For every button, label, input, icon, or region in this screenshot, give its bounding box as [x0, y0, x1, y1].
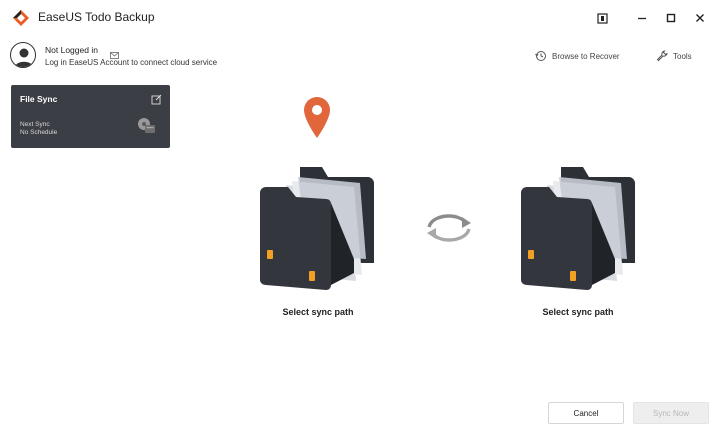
task-schedule-value: No Schedule: [20, 129, 58, 136]
folder-icon: [521, 167, 635, 290]
login-status: Not Logged in: [45, 45, 98, 55]
sync-now-button[interactable]: Sync Now: [633, 402, 709, 424]
recover-icon: [535, 51, 546, 61]
tools-label: Tools: [673, 51, 692, 61]
account-panel[interactable]: Not Logged in Log in EaseUS Account to c…: [10, 42, 310, 72]
task-title: File Sync: [20, 94, 58, 104]
sync-disk-icon: [136, 116, 156, 139]
pin-window-icon[interactable]: [592, 8, 612, 28]
file-sync-task-card[interactable]: File Sync Next Sync No Schedule: [11, 85, 170, 148]
task-next-sync-label: Next Sync: [20, 121, 50, 128]
cancel-button[interactable]: Cancel: [548, 402, 624, 424]
wrench-icon: [656, 50, 668, 62]
folder-icon: [260, 167, 374, 290]
app-title: EaseUS Todo Backup: [38, 10, 155, 24]
target-folder[interactable]: [517, 163, 642, 298]
edit-icon[interactable]: [151, 92, 162, 110]
minimize-icon[interactable]: [632, 8, 652, 28]
location-pin-icon: [301, 94, 333, 145]
title-bar: EaseUS Todo Backup: [0, 0, 720, 36]
avatar[interactable]: [10, 42, 36, 68]
tools-button[interactable]: Tools: [656, 49, 692, 63]
browse-to-recover-label: Browse to Recover: [552, 51, 620, 61]
target-sync-path-label[interactable]: Select sync path: [518, 307, 638, 317]
source-sync-path-label[interactable]: Select sync path: [258, 307, 378, 317]
browse-to-recover-button[interactable]: Browse to Recover: [535, 49, 620, 63]
source-folder[interactable]: [256, 163, 381, 298]
app-logo-icon: [12, 9, 30, 27]
close-icon[interactable]: [690, 8, 710, 28]
sync-arrows-icon: [423, 213, 475, 248]
maximize-icon[interactable]: [661, 8, 681, 28]
login-hint[interactable]: Log in EaseUS Account to connect cloud s…: [45, 58, 217, 67]
